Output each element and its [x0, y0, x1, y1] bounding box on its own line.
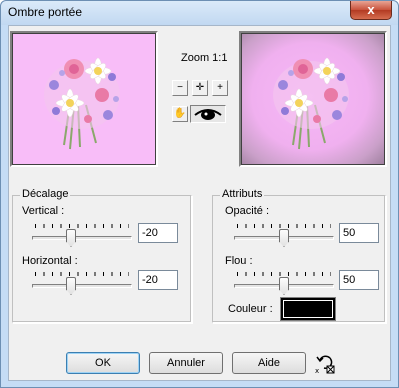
toggle-preview-button[interactable] [190, 105, 226, 123]
close-button[interactable]: x [350, 1, 392, 20]
svg-text:x: x [315, 367, 319, 374]
opacity-slider[interactable] [234, 223, 334, 247]
attributes-legend: Attributs [220, 188, 265, 200]
help-button[interactable]: Aide [232, 352, 306, 374]
flower-bouquet-shadow-image [273, 57, 349, 150]
pan-button[interactable]: ✛ [192, 80, 208, 96]
vertical-offset-input[interactable] [138, 223, 178, 243]
dialog-body: Zoom 1:1 − ✛ + ✋ Décalage Vertical: -20… [8, 25, 391, 381]
zoom-out-icon: − [177, 82, 183, 93]
horizontal-slider-thumb[interactable] [66, 277, 76, 295]
shadow-color-swatch[interactable] [280, 297, 336, 321]
blur-input[interactable] [339, 270, 379, 290]
horizontal-slider[interactable] [32, 271, 132, 295]
bouquet-left [44, 57, 120, 150]
zoom-label: Zoom 1:1 [181, 52, 228, 64]
zoom-in-icon: + [217, 82, 223, 93]
result-preview[interactable] [239, 31, 387, 167]
offset-legend: Décalage [20, 188, 71, 200]
hand-icon: ✋ [173, 108, 187, 119]
original-preview[interactable] [10, 31, 158, 167]
pan-move-icon: ✛ [195, 82, 205, 93]
horizontal-offset-input[interactable] [138, 270, 178, 290]
reset-defaults-button[interactable]: x [314, 352, 336, 375]
color-label: Couleur : [228, 303, 273, 315]
flower-bouquet-image [44, 57, 120, 150]
ok-button[interactable]: OK [66, 352, 140, 374]
vertical-slider-thumb[interactable] [66, 229, 76, 247]
blur-label: Flou : [225, 255, 253, 267]
offset-group: Décalage Vertical : Horizontal : [12, 188, 192, 323]
opacity-slider-thumb[interactable] [279, 229, 289, 247]
vertical-label: Vertical : [22, 205, 65, 217]
zoom-out-button[interactable]: − [172, 80, 188, 96]
reset-arrow-icon: x [315, 355, 335, 375]
blur-slider[interactable] [234, 271, 334, 295]
vertical-slider[interactable] [32, 223, 132, 247]
eye-icon [194, 109, 222, 120]
zoom-in-button[interactable]: + [212, 80, 228, 96]
window-title: Ombre portée [8, 5, 83, 19]
opacity-label: Opacité : [225, 205, 270, 217]
dialog-window: Ombre portée x Zoom 1:1 − ✛ + ✋ Décalage… [0, 0, 399, 388]
hand-tool-button[interactable]: ✋ [172, 106, 188, 122]
title-bar[interactable]: Ombre portée x [1, 1, 398, 25]
cancel-button[interactable]: Annuler [149, 352, 223, 374]
blur-slider-thumb[interactable] [279, 277, 289, 295]
attributes-group: Attributs Opacité : Flou : Couleur : [212, 188, 386, 323]
opacity-input[interactable] [339, 223, 379, 243]
horizontal-label: Horizontal : [22, 255, 78, 267]
